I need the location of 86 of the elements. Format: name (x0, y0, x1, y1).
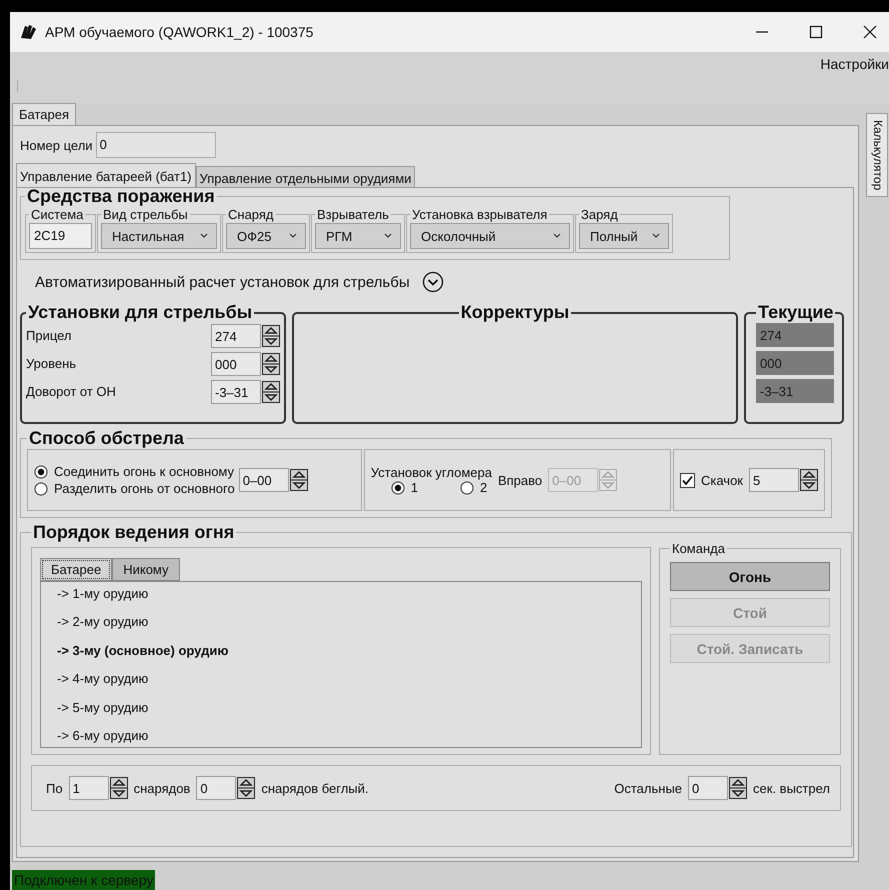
radio-button[interactable] (460, 480, 474, 494)
tab[interactable]: Никому (112, 558, 180, 581)
field-label: Номер цели (20, 138, 93, 152)
field-label: снарядов беглый. (261, 780, 368, 796)
radio-button[interactable] (34, 464, 48, 478)
list-item[interactable]: -> 4-му орудию (57, 671, 625, 686)
status-text: Подключен к серверу (12, 870, 156, 890)
value-field: 000 (756, 351, 834, 375)
close-icon[interactable] (863, 25, 877, 39)
group-title: Вид стрельбы (102, 207, 189, 222)
dropdown[interactable]: РГМ (315, 223, 401, 249)
spin-button[interactable] (237, 777, 256, 799)
spin-field[interactable]: -3–31 (211, 380, 261, 404)
command-button[interactable]: Огонь (670, 562, 830, 591)
list-item[interactable]: -> 6-му орудию (57, 728, 625, 743)
field-label: снарядов (134, 780, 190, 796)
list-item[interactable]: -> 1-му орудию (57, 586, 625, 601)
group-title: Система (30, 207, 84, 222)
spin-button[interactable] (262, 380, 280, 402)
group-title: Порядок ведения огня (32, 522, 236, 543)
group-title: Установка взрывателя (411, 207, 548, 222)
field-label: Прицел (26, 328, 72, 343)
spin-field[interactable]: 000 (211, 352, 261, 376)
group-title: Установки для стрельбы (27, 302, 254, 323)
spin-button[interactable] (262, 324, 280, 346)
caret-icon (384, 233, 392, 239)
radio-button[interactable] (34, 482, 48, 496)
group-title: Текущие (757, 302, 834, 323)
spin-button[interactable] (110, 777, 128, 799)
spin-field[interactable]: 1 (68, 776, 109, 800)
spin-button[interactable] (729, 777, 748, 799)
group-title: Взрыватель (316, 207, 390, 222)
spin-field[interactable]: 0 (196, 776, 236, 800)
side-tab[interactable]: Калькулятор (866, 113, 888, 198)
menu-item[interactable]: Настройки (816, 56, 889, 72)
list-item[interactable]: -> 5-му орудию (57, 700, 625, 715)
spin-button[interactable] (262, 352, 280, 374)
caret-icon (200, 233, 208, 239)
group-title: Способ обстрела (28, 428, 185, 449)
radio-label: Соединить огонь к основному (54, 464, 234, 479)
spin-field[interactable]: 274 (211, 324, 261, 348)
maximize-icon[interactable] (809, 25, 823, 39)
input-field[interactable]: 2С19 (29, 223, 92, 249)
list-item[interactable]: -> 3-му (основное) орудию (57, 642, 625, 658)
app-icon (19, 24, 37, 40)
value-field: 274 (756, 323, 834, 347)
chevron-icon[interactable] (422, 271, 444, 293)
spin-field[interactable]: 0 (688, 776, 728, 800)
window-title: АРМ обучаемого (QAWORK1_2) - 100375 (45, 24, 314, 40)
list-item[interactable]: -> 2-му орудию (57, 614, 625, 630)
tab[interactable]: Батарее (40, 558, 112, 581)
input-field[interactable]: 0 (96, 132, 216, 158)
caret-icon (553, 233, 561, 239)
caret-icon (652, 233, 660, 239)
caret-icon (289, 233, 297, 239)
field-label: сек. выстрел (753, 780, 830, 796)
radio-button[interactable] (390, 480, 405, 494)
dropdown[interactable]: Осколочный (410, 223, 570, 249)
radio-label: 2 (480, 480, 488, 495)
field-label: Установок угломера (370, 465, 492, 480)
group-title: Снаряд (227, 207, 275, 222)
dropdown[interactable]: Полный (579, 223, 669, 249)
spin-button[interactable] (800, 469, 818, 491)
checkbox-label: Скачок (701, 472, 743, 488)
field-label: Вправо (498, 472, 542, 488)
radio-label: Разделить огонь от основного (54, 481, 235, 496)
group-title: Средства поражения (26, 186, 216, 207)
value-field: -3–31 (756, 379, 834, 403)
group-title: Корректуры (460, 302, 570, 323)
field-label: По (46, 780, 63, 796)
group-title: Заряд (580, 207, 619, 222)
dropdown[interactable]: Настильная (101, 223, 217, 249)
field-label: Остальные (614, 780, 682, 796)
tab[interactable]: Управление батареей (бат1) (16, 163, 196, 187)
spin-button[interactable] (290, 469, 308, 491)
checkbox[interactable] (680, 472, 695, 488)
radio-label: 1 (410, 480, 418, 495)
tab[interactable]: Батарея (12, 103, 76, 125)
spin-field[interactable]: 0–00 (238, 468, 289, 492)
spin-field[interactable]: 5 (749, 468, 799, 492)
tab[interactable]: Управление отдельными орудиями (196, 166, 416, 187)
section-label: Автоматизированный расчет установок для стрельбы (35, 274, 410, 290)
field-label: Доворот от ОН (26, 384, 116, 399)
field-label: Уровень (26, 356, 76, 371)
group-title: Команда (671, 541, 726, 556)
dropdown[interactable]: ОФ25 (226, 223, 306, 249)
